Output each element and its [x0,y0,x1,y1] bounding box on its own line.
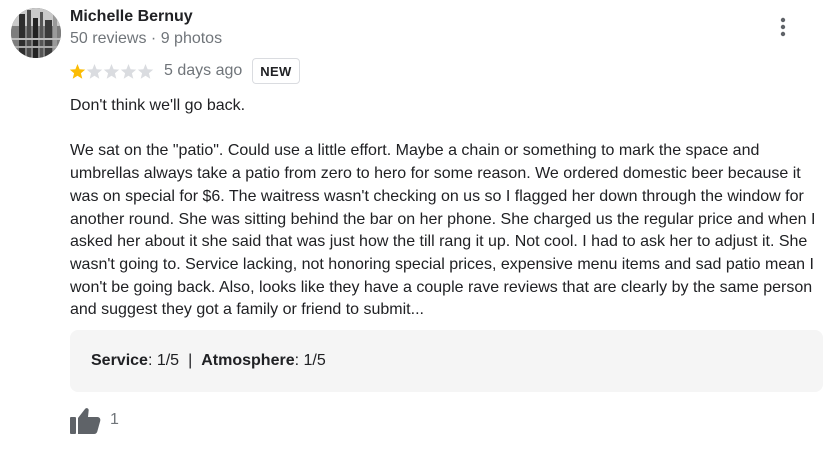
review-paragraph: Don't think we'll go back. [70,97,246,114]
like-row: 1 [70,405,119,435]
like-button[interactable] [70,406,101,434]
thumbs-up-icon [70,408,101,434]
review-paragraph: We sat on the "patio". Could use a littl… [70,142,816,319]
star-rating [69,63,154,80]
atmosphere-value: : 1/5 [294,352,326,369]
reviewer-avatar[interactable] [11,8,61,58]
star-filled-icon [69,63,86,79]
atmosphere-label: Atmosphere [201,352,295,369]
star-empty-icon [137,63,154,79]
star-empty-icon [120,63,137,79]
reviewer-name[interactable]: Michelle Bernuy [70,7,193,27]
rating-row: 5 days ago NEW [69,57,300,85]
more-vert-icon [780,17,786,37]
attribute-separator: | [188,352,193,369]
review-card: Michelle Bernuy 50 reviews · 9 photos 5 … [0,0,839,453]
reviewer-stats: 50 reviews · 9 photos [70,30,223,47]
like-count: 1 [110,411,119,428]
service-value: : 1/5 [147,352,180,369]
review-attributes: Service : 1/5 | Atmosphere : 1/5 [70,330,823,392]
more-options-button[interactable] [768,12,798,42]
service-label: Service [91,352,148,369]
star-empty-icon [103,63,120,79]
review-text: Don't think we'll go back. We sat on the… [70,95,822,322]
star-empty-icon [86,63,103,79]
new-badge: NEW [252,58,300,84]
review-date: 5 days ago [164,62,243,79]
